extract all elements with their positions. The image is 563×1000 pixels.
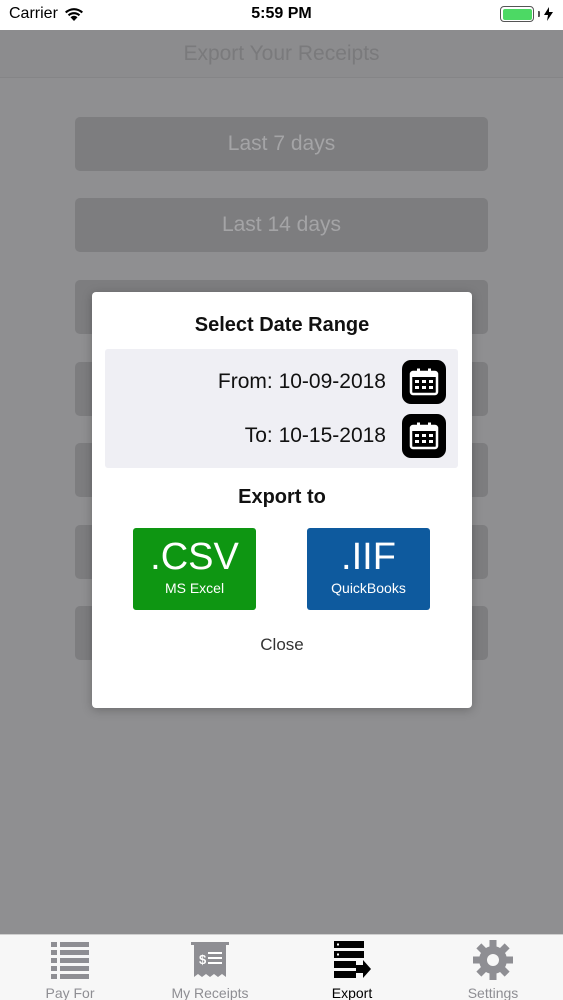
tab-pay-for[interactable]: Pay For	[0, 935, 140, 1000]
date-range-box: From: 10-09-2018 To: 10-15-2018	[105, 349, 458, 468]
iif-app-label: QuickBooks	[331, 580, 406, 596]
svg-text:$: $	[199, 952, 207, 967]
last-14-days-button[interactable]: Last 14 days	[75, 198, 488, 252]
dialog-title: Select Date Range	[194, 314, 370, 336]
button-label: Last 7 days	[227, 132, 336, 155]
tab-settings[interactable]: Settings	[423, 935, 563, 1000]
battery-tip	[538, 11, 540, 17]
export-iif-button[interactable]: .IIF QuickBooks	[307, 528, 430, 610]
date-range-dialog: Select Date Range From: 10-09-2018 To: 1…	[92, 292, 472, 708]
last-7-days-button[interactable]: Last 7 days	[75, 117, 488, 171]
button-label: Last 14 days	[221, 213, 342, 236]
tab-label: Pay For	[45, 985, 95, 1000]
list-icon	[51, 942, 89, 979]
page-title: Export Your Receipts	[183, 42, 380, 65]
status-bar: Carrier 5:59 PM	[0, 0, 563, 30]
csv-app-label: MS Excel	[164, 580, 225, 596]
from-date-label: From: 10-09-2018	[217, 370, 386, 393]
csv-format-label: .CSV	[150, 536, 239, 578]
tab-label: My Receipts	[171, 985, 249, 1000]
iif-format-label: .IIF	[341, 536, 396, 578]
calendar-icon	[409, 368, 439, 396]
battery-level	[502, 8, 532, 20]
calendar-icon	[409, 422, 439, 450]
from-date-row: From: 10-09-2018	[218, 360, 446, 404]
to-date-label: To: 10-15-2018	[244, 424, 386, 447]
gear-icon	[473, 940, 513, 980]
tab-bar: Pay For $ My Receipts Export Settings	[0, 934, 563, 1000]
tab-my-receipts[interactable]: $ My Receipts	[140, 935, 280, 1000]
from-calendar-button[interactable]	[402, 360, 446, 404]
tab-label: Settings	[467, 985, 519, 1000]
tab-export[interactable]: Export	[282, 935, 422, 1000]
receipt-icon: $	[191, 942, 229, 977]
export-icon	[334, 941, 371, 978]
to-date-row: To: 10-15-2018	[245, 414, 446, 458]
battery-indicator	[500, 6, 553, 22]
charging-bolt-icon	[544, 7, 553, 21]
export-csv-button[interactable]: .CSV MS Excel	[133, 528, 256, 610]
battery-icon	[500, 6, 534, 22]
navigation-bar: Export Your Receipts	[0, 30, 563, 78]
clock: 5:59 PM	[251, 5, 312, 22]
to-calendar-button[interactable]	[402, 414, 446, 458]
export-to-heading: Export to	[238, 486, 326, 508]
tab-label: Export	[331, 985, 373, 1000]
close-button[interactable]: Close	[92, 635, 472, 655]
